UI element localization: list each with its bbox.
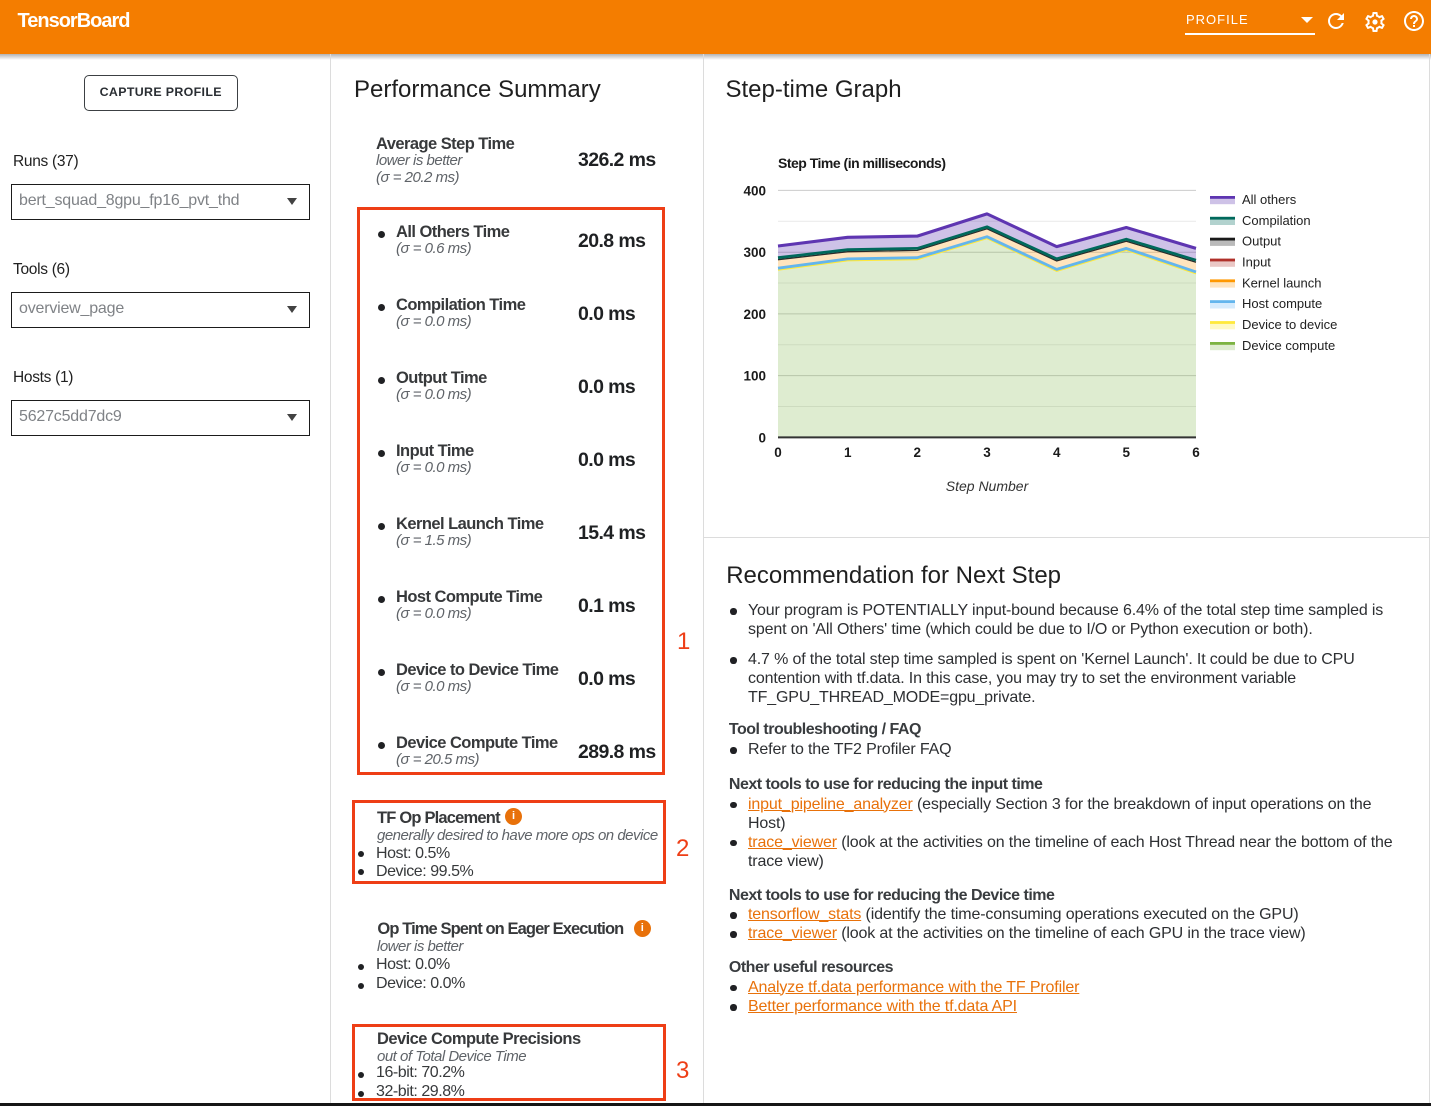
svg-text:4: 4 xyxy=(1053,445,1061,460)
svg-text:All others: All others xyxy=(1242,192,1297,207)
svg-text:Input: Input xyxy=(1242,255,1271,270)
svg-text:Device to device: Device to device xyxy=(1242,317,1337,332)
svg-text:5: 5 xyxy=(1123,445,1131,460)
svg-text:Device compute: Device compute xyxy=(1242,338,1335,353)
svg-text:Output: Output xyxy=(1242,234,1281,249)
svg-text:400: 400 xyxy=(743,183,766,198)
svg-text:2: 2 xyxy=(914,445,922,460)
svg-text:300: 300 xyxy=(743,245,766,260)
svg-text:Kernel launch: Kernel launch xyxy=(1242,275,1322,290)
svg-text:6: 6 xyxy=(1192,445,1200,460)
svg-text:200: 200 xyxy=(743,307,766,322)
svg-text:100: 100 xyxy=(743,369,766,384)
svg-text:1: 1 xyxy=(844,445,852,460)
svg-text:Step Time (in milliseconds): Step Time (in milliseconds) xyxy=(778,155,946,171)
svg-text:Step Number: Step Number xyxy=(946,478,1030,494)
svg-text:0: 0 xyxy=(774,445,782,460)
svg-text:3: 3 xyxy=(983,445,991,460)
svg-text:Host compute: Host compute xyxy=(1242,296,1322,311)
svg-text:0: 0 xyxy=(758,430,766,445)
svg-text:Compilation: Compilation xyxy=(1242,213,1311,228)
